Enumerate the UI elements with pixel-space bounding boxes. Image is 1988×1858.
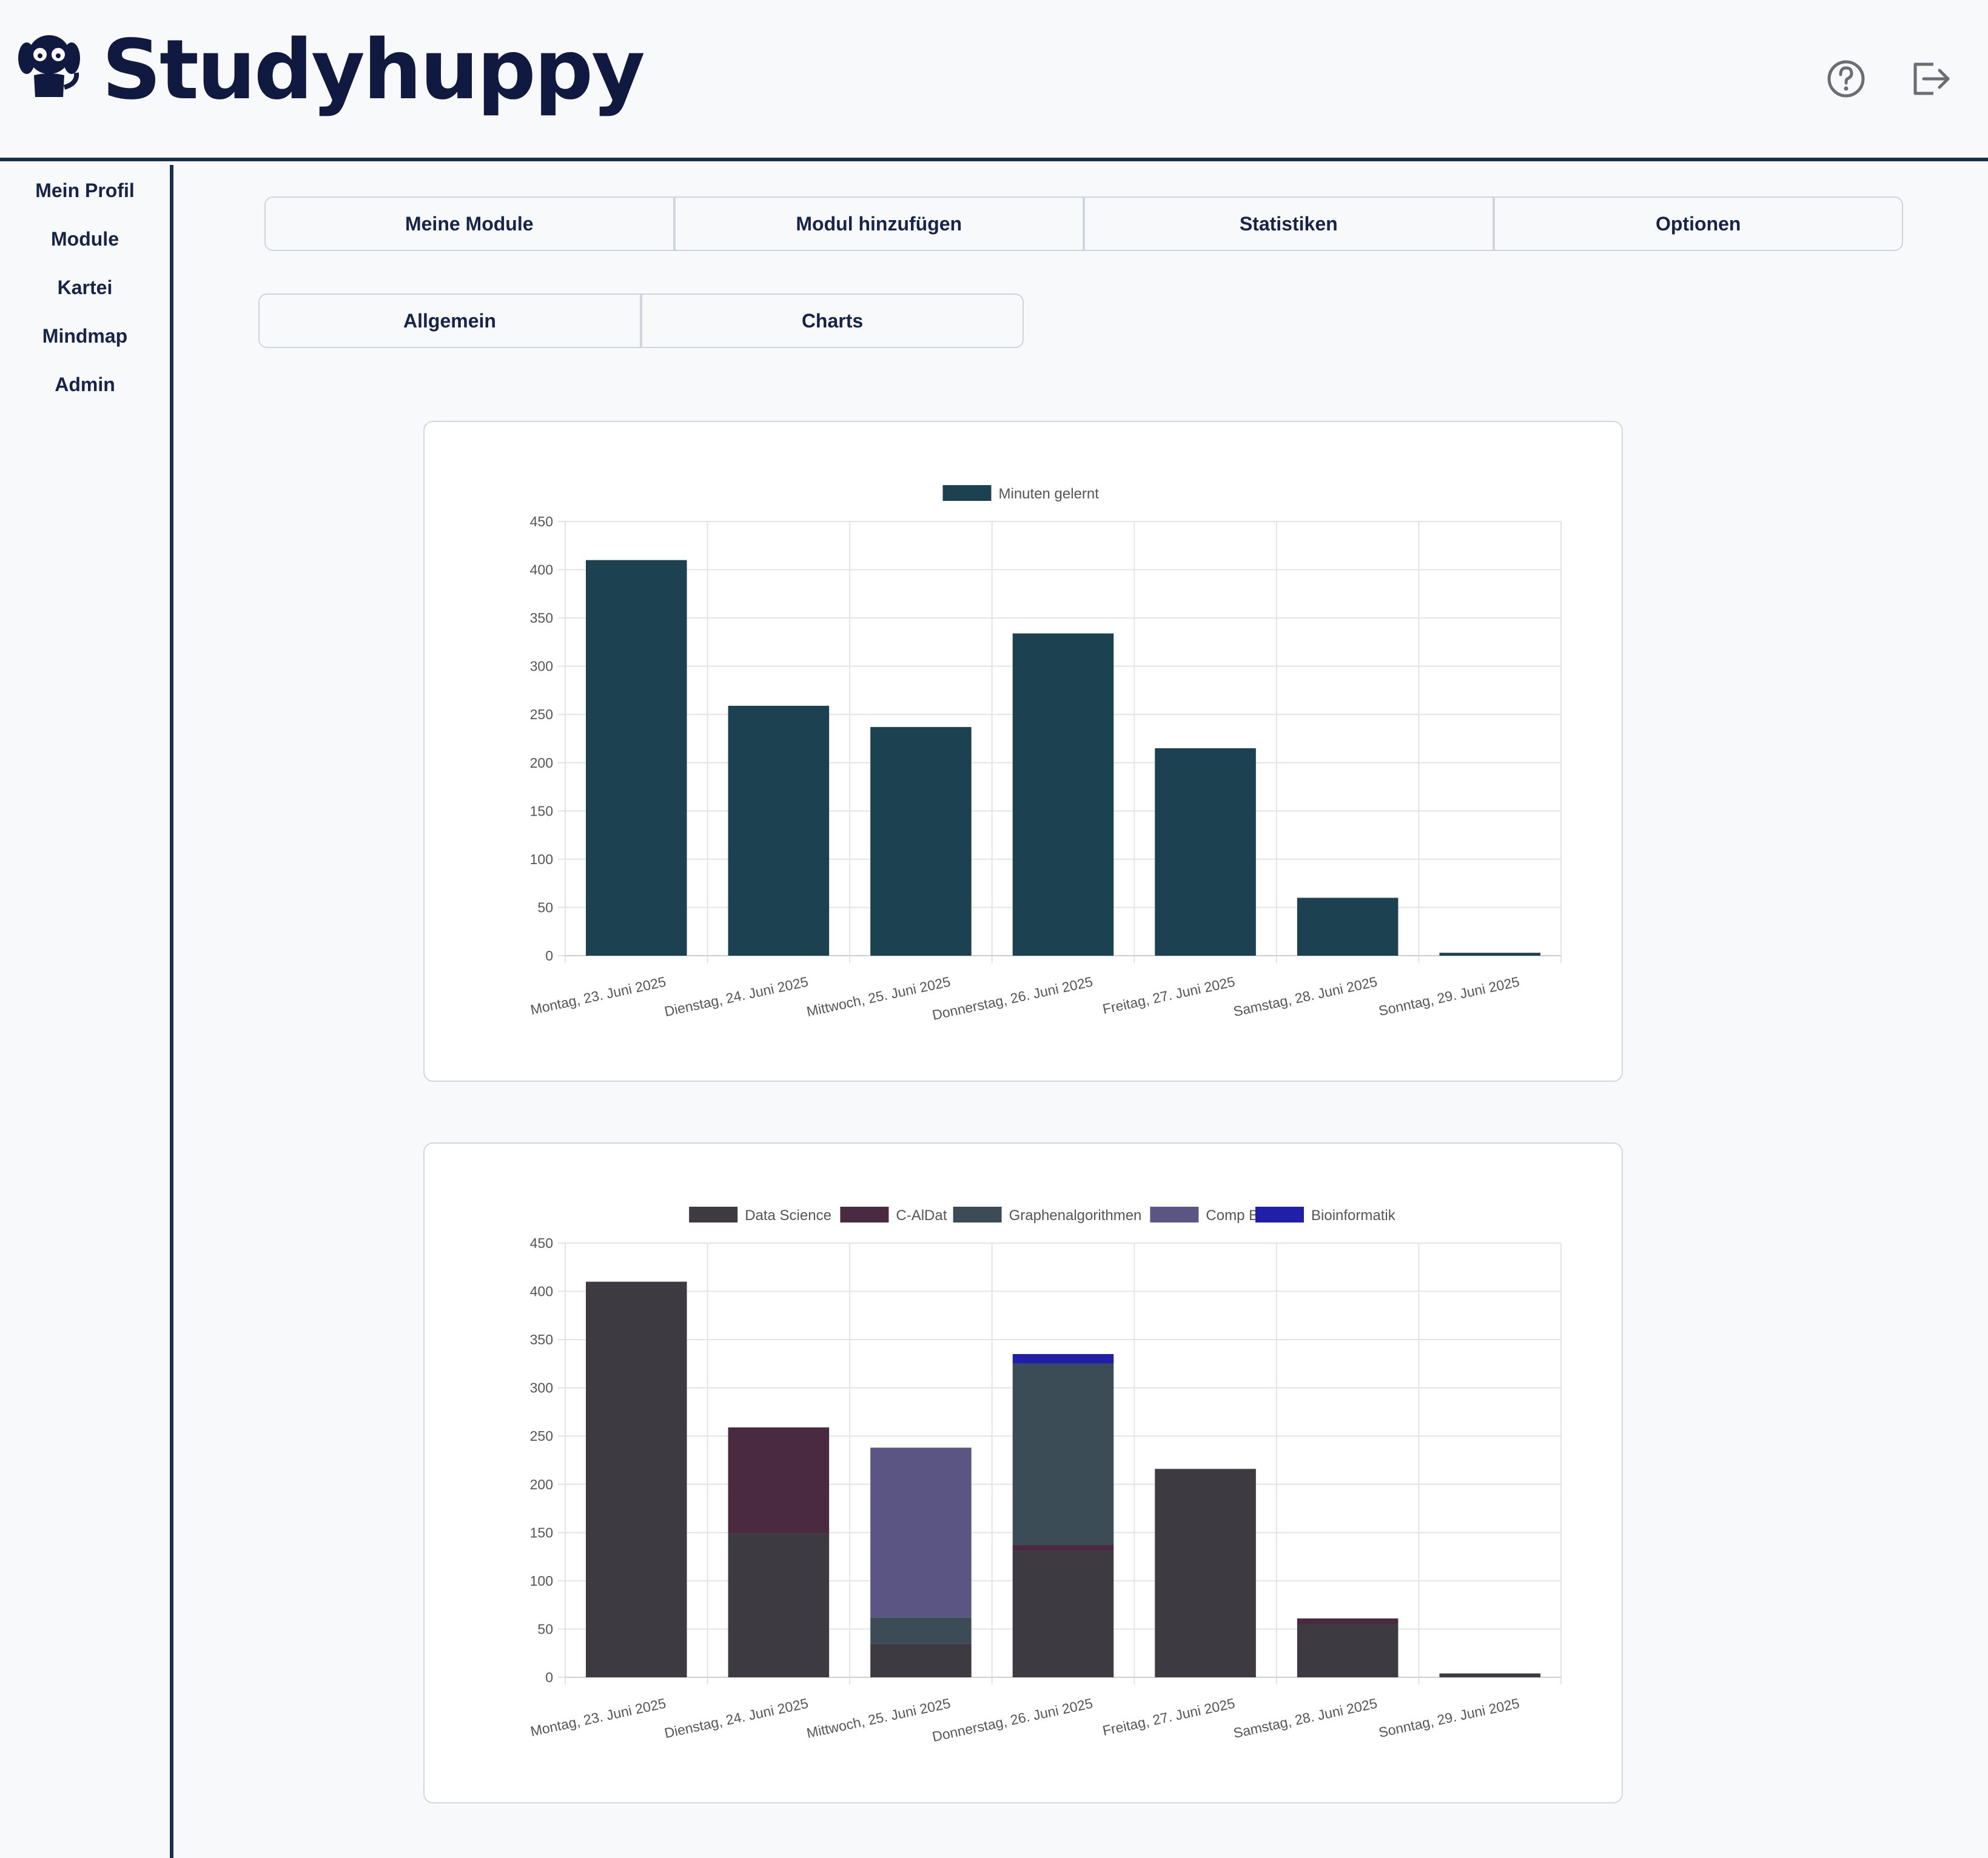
x-tick-label: Mittwoch, 25. Juni 2025: [805, 1695, 952, 1741]
bar-minuten-gelernt[interactable]: [586, 560, 687, 956]
y-tick-label: 450: [530, 514, 553, 529]
legend-label-data-science: Data Science: [745, 1207, 831, 1224]
x-tick-label: Montag, 23. Juni 2025: [529, 973, 667, 1018]
brand-title: Studyhuppy: [102, 22, 645, 118]
legend-swatch-data-science[interactable]: [689, 1207, 738, 1222]
bar-minuten-gelernt[interactable]: [728, 705, 830, 956]
sidebar-item-mindmap[interactable]: Mindmap: [0, 324, 170, 348]
bar-bioinformatik[interactable]: [1012, 1353, 1114, 1364]
x-tick-label: Samstag, 28. Juni 2025: [1232, 973, 1379, 1019]
stacked-bar-chart-modules: 0 50 100 150 200 250 300 350 400 450 Montag, 23. J…: [529, 1207, 1562, 1745]
bar-graphenalgorithmen[interactable]: [1012, 1363, 1114, 1546]
legend-label-graphenalgorithmen: Graphenalgorithmen: [1009, 1207, 1142, 1224]
x-tick-label: Mittwoch, 25. Juni 2025: [805, 973, 952, 1019]
bar-data-science[interactable]: [870, 1643, 972, 1677]
y-tick-label: 150: [530, 1524, 553, 1540]
x-tick-label: Sonntag, 29. Juni 2025: [1377, 1695, 1521, 1740]
y-tick-label: 200: [530, 1477, 553, 1492]
sub-tabbar: Allgemein Charts: [258, 293, 1024, 348]
logout-icon[interactable]: [1909, 57, 1953, 101]
y-tick-label: 0: [545, 948, 553, 964]
y-tick-label: 350: [530, 610, 553, 626]
legend-label-bioinformatik: Bioinformatik: [1311, 1207, 1396, 1224]
bar-minuten-gelernt[interactable]: [870, 726, 972, 956]
y-tick-label: 50: [537, 1621, 553, 1637]
legend-swatch-bioinformatik[interactable]: [1255, 1207, 1304, 1222]
sidebar-item-module[interactable]: Module: [0, 227, 170, 251]
y-tick-label: 300: [530, 1380, 553, 1396]
chart-card-minutes: 0 50 100 150 200 250 300 350 400 450 Montag, 23. J…: [423, 421, 1623, 1082]
app-header: Studyhuppy: [0, 0, 1988, 161]
x-tick-label: Samstag, 28. Juni 2025: [1232, 1695, 1379, 1741]
tab-charts[interactable]: Charts: [641, 293, 1024, 348]
y-tick-label: 300: [530, 659, 553, 674]
x-tick-label: Freitag, 27. Juni 2025: [1101, 1695, 1237, 1739]
y-tick-label: 400: [530, 1284, 553, 1300]
bar-data-science[interactable]: [1155, 1469, 1256, 1677]
logo-dog-icon: [18, 35, 80, 97]
y-tick-label: 400: [530, 562, 553, 578]
tab-modul-hinzufuegen[interactable]: Modul hinzufügen: [674, 196, 1084, 251]
bar-minuten-gelernt[interactable]: [1155, 748, 1256, 956]
legend-swatch-comp-b[interactable]: [1150, 1207, 1199, 1222]
bar-c-aldat[interactable]: [728, 1427, 830, 1534]
bar-chart-minutes: 0 50 100 150 200 250 300 350 400 450 Montag, 23. J…: [529, 485, 1562, 1023]
bar-c-aldat[interactable]: [1297, 1618, 1399, 1625]
y-tick-label: 100: [530, 851, 553, 867]
bar-graphenalgorithmen[interactable]: [870, 1617, 972, 1644]
bar-data-science[interactable]: [1439, 1673, 1540, 1677]
legend-swatch-minuten-gelernt[interactable]: [942, 485, 992, 501]
bar-data-science[interactable]: [728, 1533, 830, 1677]
y-tick-label: 150: [530, 803, 553, 819]
legend-label-minuten-gelernt: Minuten gelernt: [999, 486, 1100, 502]
legend-label-c-aldat: C-AlDat: [896, 1207, 947, 1224]
tab-optionen[interactable]: Optionen: [1493, 196, 1903, 251]
bar-data-science[interactable]: [1012, 1551, 1114, 1677]
main-tabbar: Meine Module Modul hinzufügen Statistike…: [264, 196, 1903, 251]
help-icon[interactable]: [1824, 57, 1868, 101]
y-tick-label: 200: [530, 755, 553, 771]
y-tick-label: 0: [545, 1669, 553, 1685]
tab-allgemein[interactable]: Allgemein: [258, 293, 641, 348]
sidebar-nav: Mein Profil Module Kartei Mindmap Admin: [0, 165, 173, 1858]
x-tick-label: Montag, 23. Juni 2025: [529, 1695, 667, 1739]
x-tick-label: Dienstag, 24. Juni 2025: [663, 1695, 810, 1741]
y-tick-label: 100: [530, 1573, 553, 1589]
x-tick-label: Dienstag, 24. Juni 2025: [663, 973, 810, 1019]
legend-swatch-c-aldat[interactable]: [840, 1207, 889, 1222]
y-tick-label: 350: [530, 1332, 553, 1347]
x-tick-label: Donnerstag, 26. Juni 2025: [931, 973, 1094, 1023]
sidebar-item-kartei[interactable]: Kartei: [0, 275, 170, 300]
y-tick-label: 50: [537, 899, 553, 915]
bar-c-aldat[interactable]: [1012, 1545, 1114, 1551]
sidebar-item-admin[interactable]: Admin: [0, 372, 170, 397]
x-tick-label: Sonntag, 29. Juni 2025: [1377, 973, 1521, 1019]
chart-card-modules: 0 50 100 150 200 250 300 350 400 450 Montag, 23. J…: [423, 1142, 1623, 1803]
x-tick-label: Freitag, 27. Juni 2025: [1101, 973, 1237, 1017]
y-tick-label: 250: [530, 706, 553, 722]
bar-data-science[interactable]: [586, 1281, 687, 1677]
tab-statistiken[interactable]: Statistiken: [1084, 196, 1494, 251]
bar-minuten-gelernt[interactable]: [1012, 633, 1114, 956]
bar-minuten-gelernt[interactable]: [1297, 897, 1399, 956]
y-tick-label: 450: [530, 1235, 553, 1251]
bar-data-science[interactable]: [1297, 1624, 1399, 1677]
legend-label-comp-b: Comp B: [1206, 1207, 1258, 1224]
bar-comp-b[interactable]: [870, 1447, 972, 1618]
bar-minuten-gelernt[interactable]: [1439, 953, 1540, 956]
tab-meine-module[interactable]: Meine Module: [264, 196, 674, 251]
legend-swatch-graphenalgorithmen[interactable]: [953, 1207, 1002, 1222]
y-tick-label: 250: [530, 1428, 553, 1444]
sidebar-item-mein-profil[interactable]: Mein Profil: [0, 178, 170, 203]
x-tick-label: Donnerstag, 26. Juni 2025: [931, 1695, 1094, 1745]
